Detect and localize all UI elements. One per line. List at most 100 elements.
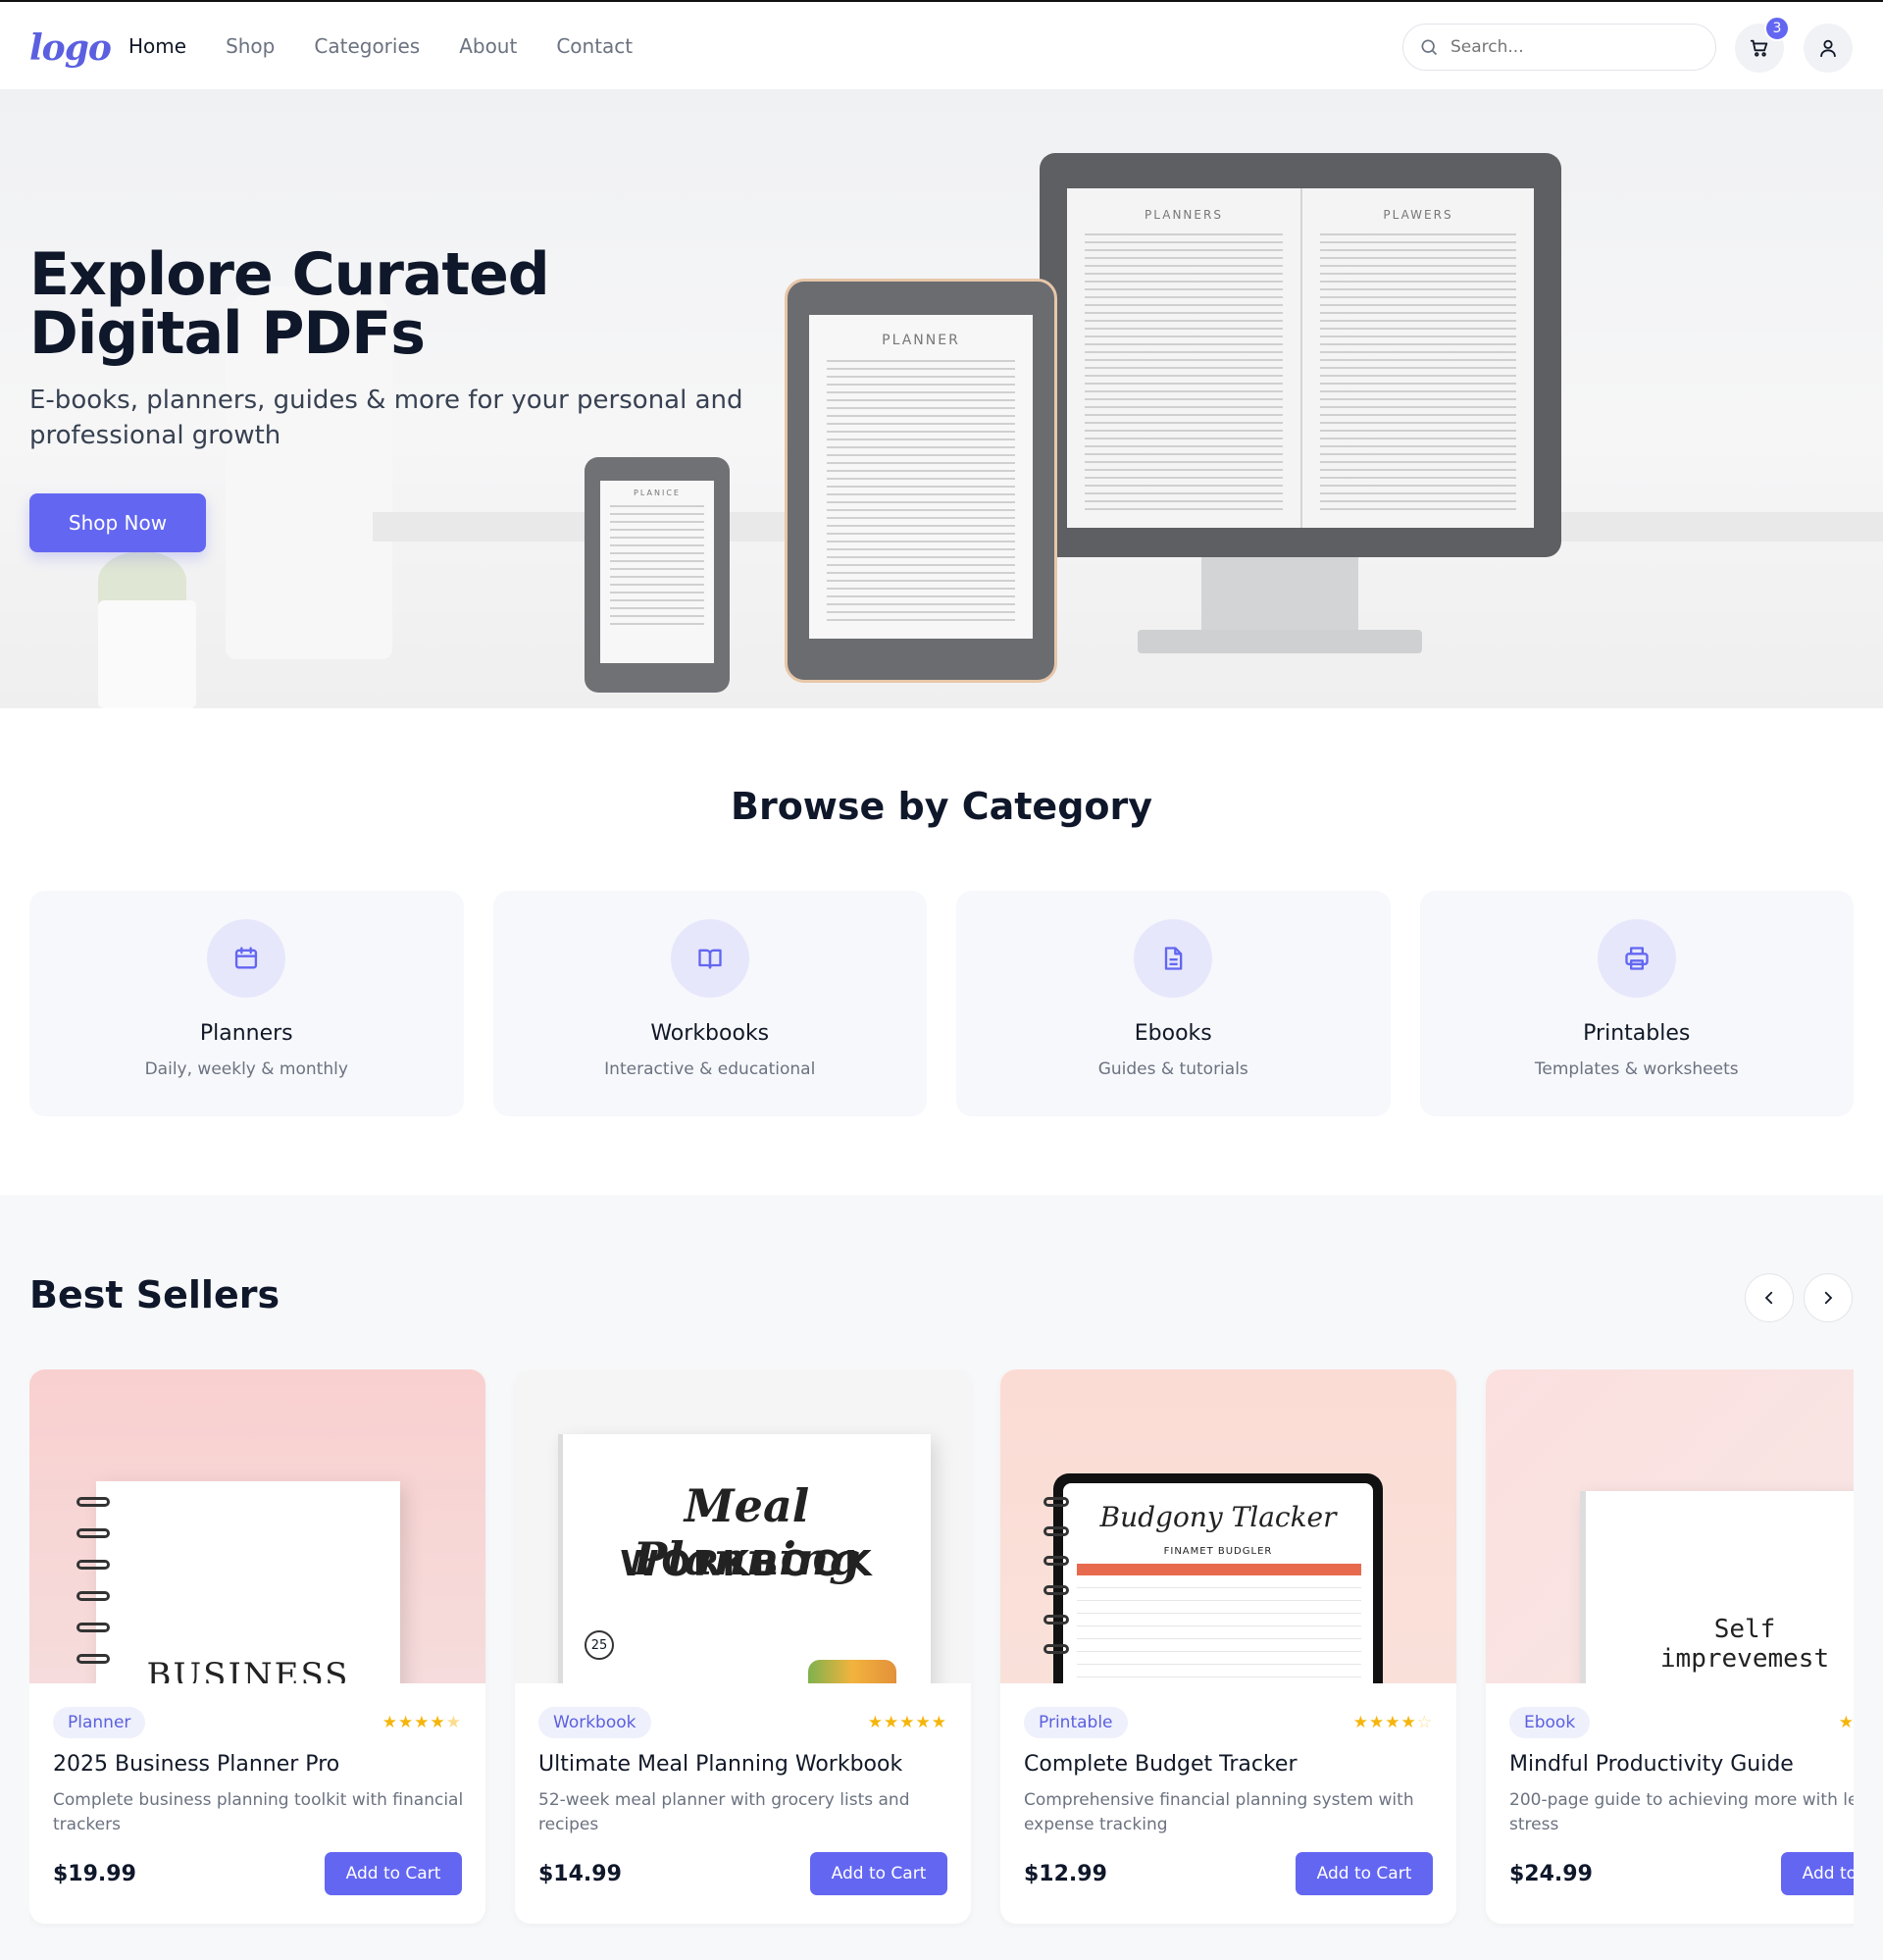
monitor-base xyxy=(1138,630,1422,653)
product-track: BUSINESS Planner ★★★★★ 2025 Business Pla… xyxy=(29,1369,1854,1924)
chevron-right-icon xyxy=(1824,1291,1833,1305)
monitor-stand xyxy=(1201,557,1358,636)
product-carousel[interactable]: BUSINESS Planner ★★★★★ 2025 Business Pla… xyxy=(29,1369,1854,1929)
product-card[interactable]: BUSINESS Planner ★★★★★ 2025 Business Pla… xyxy=(29,1369,485,1924)
hero-banner: PLANNERS PLAWERS PLANNER PLANICE Explore… xyxy=(0,90,1883,708)
product-name[interactable]: 2025 Business Planner Pro xyxy=(53,1752,462,1777)
cover-title: Self xyxy=(1713,1615,1776,1644)
chevron-left-icon xyxy=(1764,1291,1773,1305)
text-lines xyxy=(1320,233,1516,514)
hero-title: Explore Curated Digital PDFs xyxy=(29,240,550,368)
category-card-planners[interactable]: Planners Daily, weekly & monthly xyxy=(29,891,464,1116)
site-header: logo Home Shop Categories About Contact … xyxy=(0,2,1883,90)
food-illustration xyxy=(808,1660,896,1683)
product-info: Ebook ★★★★★ Mindful Productivity Guide 2… xyxy=(1486,1683,1854,1924)
category-desc: Guides & tutorials xyxy=(1097,1059,1248,1079)
product-info: Planner ★★★★★ 2025 Business Planner Pro … xyxy=(29,1683,485,1924)
small-tablet-device: PLANICE xyxy=(585,457,730,693)
nav-home[interactable]: Home xyxy=(128,34,186,58)
category-desc: Interactive & educational xyxy=(604,1059,816,1079)
add-to-cart-button[interactable]: Add to Cart xyxy=(810,1852,947,1895)
product-name[interactable]: Complete Budget Tracker xyxy=(1024,1752,1433,1777)
product-card[interactable]: Budgony Tlacker FINAMET BUDGLER Printabl… xyxy=(1000,1369,1456,1924)
category-card-ebooks[interactable]: Ebooks Guides & tutorials xyxy=(956,891,1391,1116)
printer-icon xyxy=(1625,947,1649,970)
search-box[interactable] xyxy=(1402,24,1716,71)
tablet-device: PLANNER xyxy=(785,279,1057,683)
cart-count-badge: 3 xyxy=(1764,16,1790,41)
add-to-cart-button[interactable]: Add to Cart xyxy=(1781,1852,1854,1895)
nav-contact[interactable]: Contact xyxy=(556,34,633,58)
product-price: $14.99 xyxy=(538,1861,622,1886)
category-name: Planners xyxy=(199,1021,293,1046)
nav-shop[interactable]: Shop xyxy=(226,34,275,58)
best-sellers-section: Best Sellers BUSINESS Planner ★★★★★ 2025… xyxy=(0,1195,1883,1960)
product-tag[interactable]: Planner xyxy=(53,1707,146,1738)
product-desc: 52-week meal planner with grocery lists … xyxy=(538,1790,910,1834)
main-nav: Home Shop Categories About Contact xyxy=(128,2,633,90)
category-icon-wrap xyxy=(670,919,749,998)
cover-title: Budgony Tlacker xyxy=(1099,1501,1337,1533)
monitor-page-heading-right: PLAWERS xyxy=(1383,208,1453,222)
add-to-cart-button[interactable]: Add to Cart xyxy=(325,1852,462,1895)
monitor-device: PLANNERS PLAWERS xyxy=(1040,153,1561,557)
category-card-workbooks[interactable]: Workbooks Interactive & educational xyxy=(492,891,927,1116)
pot-decoration xyxy=(98,600,196,708)
logo[interactable]: logo xyxy=(29,27,112,69)
document-icon xyxy=(1165,947,1183,970)
nav-about[interactable]: About xyxy=(459,34,517,58)
product-card[interactable]: Self imprevemest Ebook ★★★★★ Mindful Pro… xyxy=(1486,1369,1854,1924)
product-tag[interactable]: Ebook xyxy=(1509,1707,1591,1738)
product-price: $12.99 xyxy=(1024,1861,1107,1886)
spiral-ring xyxy=(1043,1585,1069,1595)
spiral-ring xyxy=(76,1623,110,1632)
star-rating: ★★★★★ xyxy=(382,1713,462,1732)
tablet-screen: Budgony Tlacker FINAMET BUDGLER xyxy=(1063,1483,1373,1683)
carousel-prev-button[interactable] xyxy=(1745,1273,1794,1322)
spiral-ring xyxy=(76,1560,110,1570)
cart-button[interactable]: 3 xyxy=(1735,16,1790,73)
product-price: $19.99 xyxy=(53,1861,136,1886)
notebook-cover: Self imprevemest xyxy=(1580,1491,1854,1683)
category-desc: Templates & worksheets xyxy=(1534,1059,1739,1079)
shop-now-button[interactable]: Shop Now xyxy=(29,493,206,552)
search-input[interactable] xyxy=(1450,37,1686,57)
product-name[interactable]: Ultimate Meal Planning Workbook xyxy=(538,1752,947,1777)
tablet-frame: Budgony Tlacker FINAMET BUDGLER xyxy=(1053,1473,1383,1683)
category-icon-wrap xyxy=(1134,919,1213,998)
product-image: Meal Planning WORKBOOK 25 xyxy=(515,1369,971,1683)
calendar-icon xyxy=(235,947,258,969)
category-card-printables[interactable]: Printables Templates & worksheets xyxy=(1419,891,1854,1116)
add-to-cart-button[interactable]: Add to Cart xyxy=(1296,1852,1433,1895)
text-lines xyxy=(610,505,704,629)
product-tag[interactable]: Workbook xyxy=(538,1707,651,1738)
text-lines xyxy=(827,360,1015,625)
product-card[interactable]: Meal Planning WORKBOOK 25 Workbook ★★★★★… xyxy=(515,1369,971,1924)
table-header-bar xyxy=(1077,1564,1361,1575)
carousel-next-button[interactable] xyxy=(1804,1273,1853,1322)
nav-categories[interactable]: Categories xyxy=(314,34,420,58)
best-sellers-title: Best Sellers xyxy=(29,1273,280,1316)
user-account-button[interactable] xyxy=(1804,24,1853,73)
product-tag[interactable]: Printable xyxy=(1024,1707,1128,1738)
product-desc: 200-page guide to achieving more with le… xyxy=(1509,1790,1854,1834)
cover-title: BUSINESS xyxy=(146,1656,350,1683)
product-price: $24.99 xyxy=(1509,1861,1593,1886)
product-image: Budgony Tlacker FINAMET BUDGLER xyxy=(1000,1369,1456,1683)
search-icon xyxy=(1421,39,1438,56)
product-info: Printable ★★★★☆ Complete Budget Tracker … xyxy=(1000,1683,1456,1924)
tablet-screen: PLANNER xyxy=(809,315,1033,639)
monitor-page-heading-left: PLANNERS xyxy=(1145,208,1223,222)
product-name[interactable]: Mindful Productivity Guide xyxy=(1509,1752,1854,1777)
cover-badge: 25 xyxy=(585,1630,614,1660)
cover-subtitle: FINAMET BUDGLER xyxy=(1163,1546,1273,1557)
small-tablet-screen: PLANICE xyxy=(600,481,714,663)
notebook-cover: BUSINESS xyxy=(96,1481,400,1683)
tracker-table xyxy=(1077,1575,1361,1683)
category-desc: Daily, weekly & monthly xyxy=(144,1059,348,1079)
product-info: Workbook ★★★★★ Ultimate Meal Planning Wo… xyxy=(515,1683,971,1924)
spiral-ring xyxy=(76,1528,110,1538)
small-tablet-page-heading: PLANICE xyxy=(634,489,681,497)
product-desc: Comprehensive financial planning system … xyxy=(1024,1790,1414,1834)
spiral-ring xyxy=(1043,1497,1069,1507)
